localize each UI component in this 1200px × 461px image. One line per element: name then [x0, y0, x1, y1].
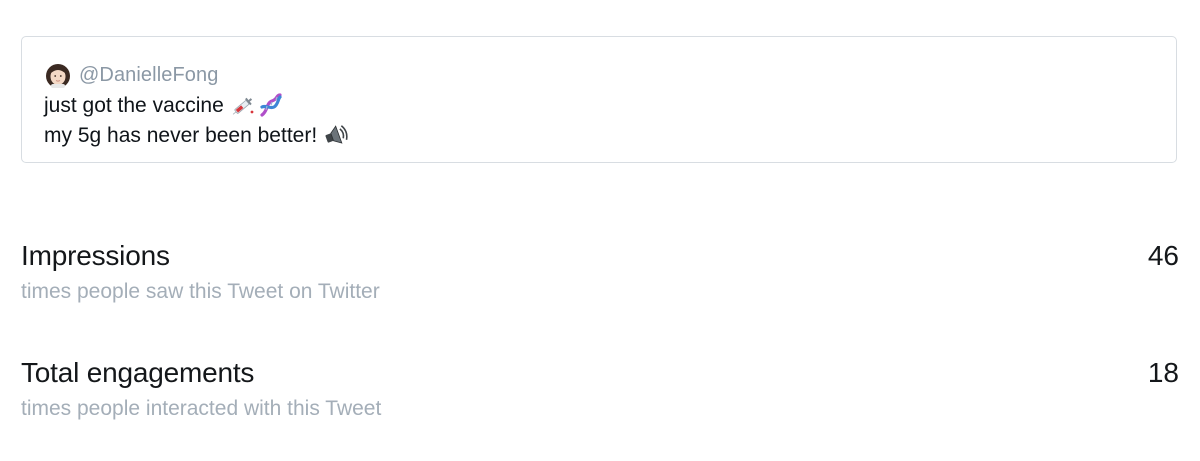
tweet-text: just got the vaccine	[44, 94, 224, 117]
speaker-icon	[323, 123, 351, 149]
tweet-analytics-panel: @DanielleFong just got the vaccine my 5g…	[0, 0, 1200, 461]
woman-emoji-icon	[44, 61, 72, 89]
syringe-icon	[230, 94, 256, 118]
metric-value: 46	[1147, 240, 1179, 271]
metric-value: 18	[1147, 357, 1179, 388]
metric-subtitle: times people interacted with this Tweet	[21, 397, 382, 420]
dna-icon	[258, 93, 284, 119]
tweet-header: @DanielleFong	[44, 61, 218, 89]
tweet-card[interactable]: @DanielleFong just got the vaccine my 5g…	[21, 36, 1177, 163]
metric-title: Impressions	[21, 240, 170, 271]
tweet-text-line-1: just got the vaccine	[44, 91, 284, 121]
metric-subtitle: times people saw this Tweet on Twitter	[21, 280, 380, 303]
tweet-handle[interactable]: @DanielleFong	[79, 64, 218, 87]
metric-title: Total engagements	[21, 357, 255, 388]
tweet-text: my 5g has never been better!	[44, 124, 318, 147]
tweet-text-line-2: my 5g has never been better!	[44, 121, 351, 151]
